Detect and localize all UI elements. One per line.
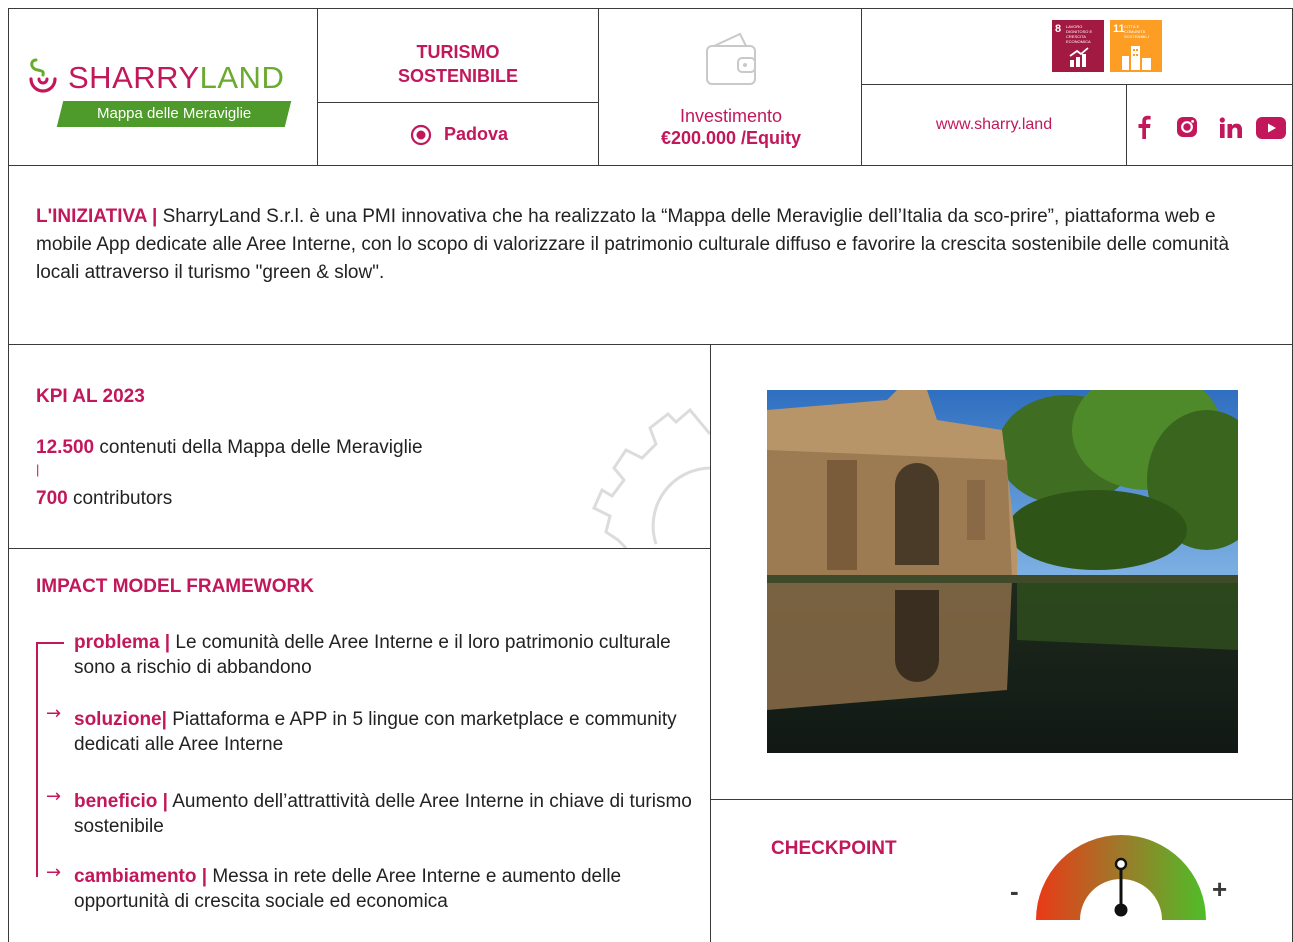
website-link[interactable]: www.sharry.land bbox=[862, 116, 1126, 134]
sdg-11-number: 11 bbox=[1113, 23, 1125, 35]
column-divider bbox=[710, 344, 711, 942]
initiative-paragraph: L'INIZIATIVA | SharryLand S.r.l. è una P… bbox=[36, 203, 1266, 287]
sector-divider bbox=[317, 102, 598, 103]
brand-name-part1: SHARRY bbox=[68, 60, 200, 95]
location-label: Padova bbox=[444, 124, 509, 144]
instagram-icon[interactable] bbox=[1175, 115, 1199, 139]
sdg-8-badge: 8 LAVORO DIGNITOSO E CRESCITA ECONOMICA bbox=[1052, 20, 1104, 72]
sdg-11-badge: 11 CITTÀ E COMUNITÀ SOSTENIBILI bbox=[1110, 20, 1162, 72]
impact-timeline-start bbox=[36, 642, 64, 644]
logo-pin-icon bbox=[29, 58, 57, 93]
kpi-label: contributors bbox=[67, 488, 173, 509]
gauge-plus: + bbox=[1212, 874, 1228, 904]
kpi-bottom-rule bbox=[8, 548, 710, 549]
sdg-divider bbox=[861, 84, 1292, 85]
growth-chart-icon bbox=[1069, 47, 1089, 67]
initiative-label: L'INIZIATIVA | bbox=[36, 206, 158, 227]
sector-line-2: SOSTENIBILE bbox=[397, 66, 518, 86]
arrow-right-icon: → bbox=[46, 862, 62, 883]
arrow-right-icon: → bbox=[46, 703, 62, 724]
impact-item-problema: problema | Le comunità delle Aree Intern… bbox=[74, 630, 704, 680]
sdg-8-text: LAVORO DIGNITOSO E CRESCITA ECONOMICA bbox=[1066, 24, 1093, 44]
impact-timeline bbox=[36, 642, 38, 877]
location-pin-icon bbox=[410, 124, 432, 146]
city-buildings-icon bbox=[1122, 46, 1151, 70]
gauge-needle bbox=[1114, 857, 1128, 917]
header-bottom-rule bbox=[8, 165, 1293, 166]
photo-bottom-rule bbox=[710, 799, 1293, 800]
sdg-11-text: CITTÀ E COMUNITÀ SOSTENIBILI bbox=[1124, 24, 1149, 39]
gear-icon bbox=[592, 407, 710, 548]
kpi-label: contenuti della Mappa delle Meraviglie bbox=[94, 437, 423, 458]
kpi-title: KPI AL 2023 bbox=[36, 386, 145, 407]
investment-block: Investimento €200.000 /Equity bbox=[600, 105, 862, 149]
kpi-item: 700 contributors bbox=[36, 488, 172, 510]
header-divider-2 bbox=[598, 8, 599, 165]
top-rule bbox=[8, 8, 1293, 9]
facebook-icon[interactable] bbox=[1137, 115, 1151, 139]
sdg-8-number: 8 bbox=[1055, 23, 1062, 35]
social-divider bbox=[1126, 84, 1127, 165]
gauge-minus: - bbox=[1010, 876, 1019, 906]
impact-item-label: problema | bbox=[74, 632, 171, 653]
initiative-bottom-rule bbox=[8, 344, 1293, 345]
kpi-item: 12.500 contenuti della Mappa delle Merav… bbox=[36, 437, 423, 459]
brand-name-part2: LAND bbox=[199, 60, 285, 95]
brand-name: SHARRYLAND bbox=[68, 60, 284, 96]
impact-item-soluzione: soluzione| Piattaforma e APP in 5 lingue… bbox=[74, 707, 704, 757]
kpi-value: 700 bbox=[36, 488, 68, 509]
checkpoint-gauge bbox=[1036, 835, 1206, 920]
investment-label: Investimento bbox=[679, 106, 783, 126]
linkedin-icon[interactable] bbox=[1219, 117, 1243, 139]
initiative-text: SharryLand S.r.l. è una PMI innovativa c… bbox=[36, 206, 1230, 283]
checkpoint-title: CHECKPOINT bbox=[771, 838, 897, 859]
impact-item-label: cambiamento | bbox=[74, 866, 208, 887]
impact-title: IMPACT MODEL FRAMEWORK bbox=[36, 576, 314, 597]
impact-item-beneficio: beneficio | Aumento dell’attrattività de… bbox=[74, 789, 704, 839]
brand-tagline: Mappa delle Meraviglie bbox=[56, 101, 292, 127]
arrow-right-icon: → bbox=[46, 786, 62, 807]
youtube-icon[interactable] bbox=[1256, 117, 1286, 139]
wallet-icon bbox=[706, 32, 756, 85]
villa-photo bbox=[767, 390, 1238, 753]
left-rule bbox=[8, 8, 9, 942]
brand-tagline-text: Mappa delle Meraviglie bbox=[96, 105, 252, 122]
sector-label: TURISMO SOSTENIBILE bbox=[318, 40, 598, 88]
investment-value: €200.000 /Equity bbox=[660, 128, 802, 148]
impact-item-label: beneficio | bbox=[74, 791, 168, 812]
kpi-value: 12.500 bbox=[36, 437, 95, 458]
impact-item-label: soluzione| bbox=[74, 709, 167, 730]
impact-item-cambiamento: cambiamento | Messa in rete delle Aree I… bbox=[74, 864, 704, 914]
kpi-separator: | bbox=[36, 462, 40, 477]
sector-line-1: TURISMO bbox=[416, 42, 500, 62]
